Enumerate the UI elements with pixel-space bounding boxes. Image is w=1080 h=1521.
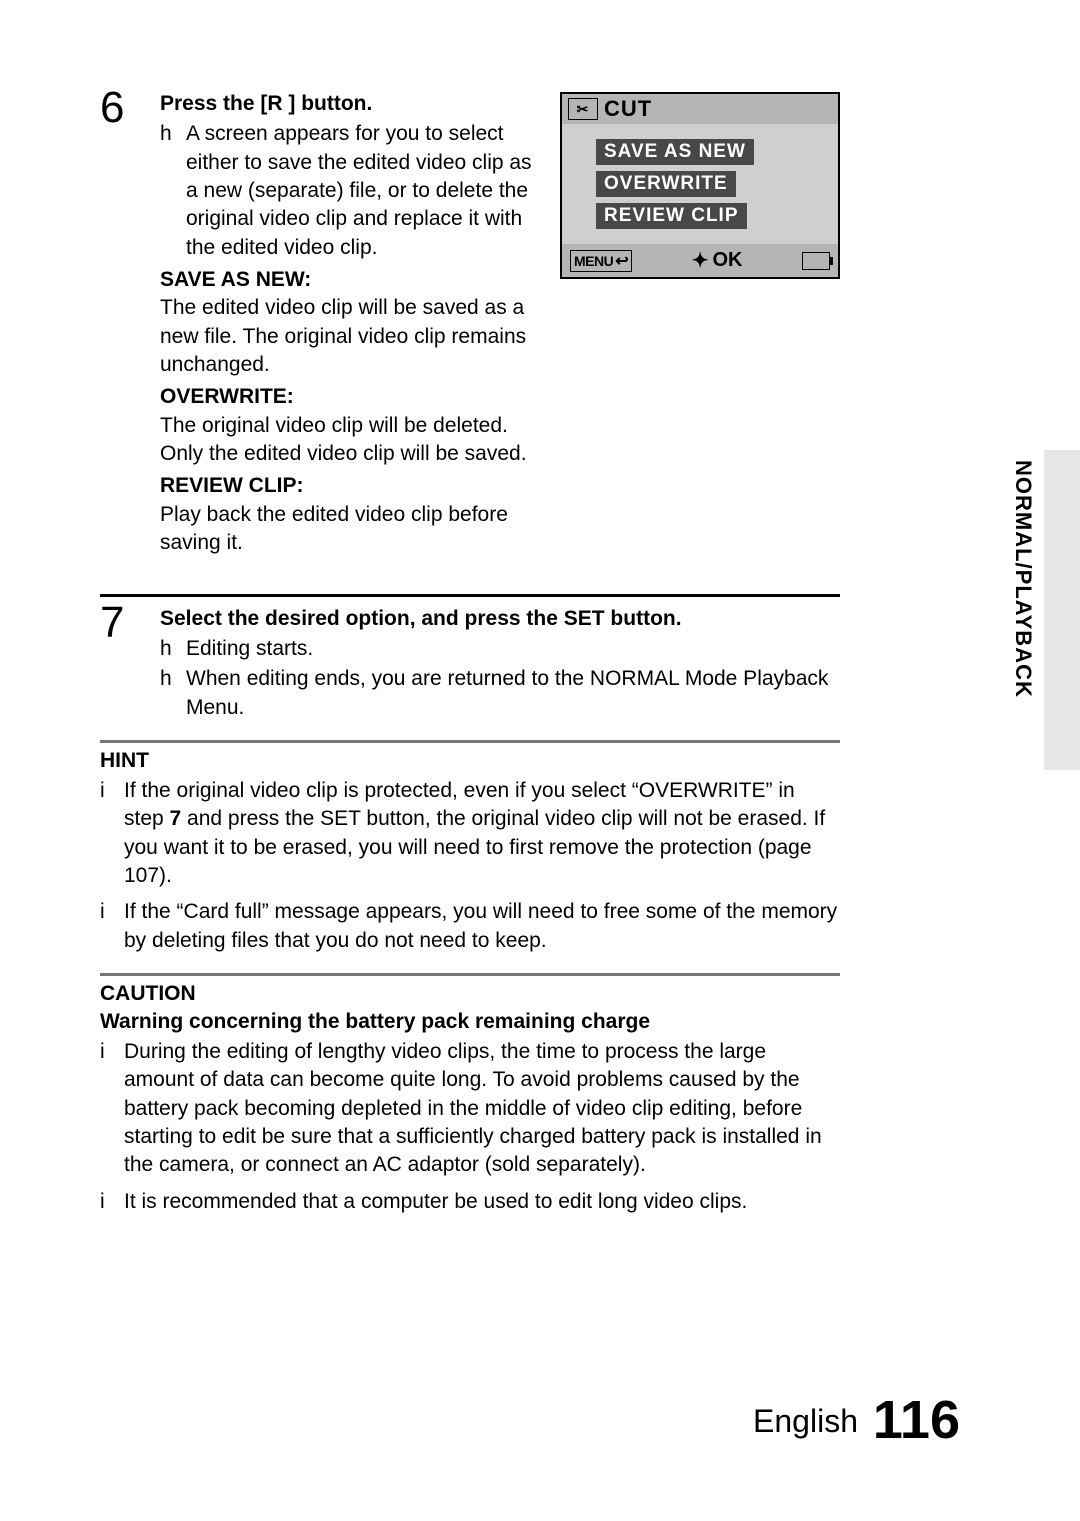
hint-item-1-marker: i [100, 777, 124, 890]
lcd-screenshot: ✂ CUT SAVE AS NEW OVERWRITE REVIEW CLIP … [560, 92, 840, 279]
hint-item-1: i If the original video clip is protecte… [100, 777, 840, 890]
step-7: 7 Select the desired option, and press t… [100, 605, 840, 722]
step-7-bullet-1: Editing starts. [186, 635, 840, 663]
lcd-title-bar: ✂ CUT [562, 94, 838, 124]
hint-item-1-text: If the original video clip is protected,… [124, 777, 840, 890]
step-6-title: Press the [R ] button. [160, 90, 542, 118]
hint-list: i If the original video clip is protecte… [100, 777, 840, 955]
section-side-label: NORMAL/PLAYBACK [1010, 460, 1036, 698]
lcd-option-review-clip: REVIEW CLIP [596, 203, 747, 229]
hint-divider-bottom [100, 973, 840, 976]
caution-sublabel: Warning concerning the battery pack rema… [100, 1010, 840, 1034]
ok-label: OK [712, 249, 742, 272]
footer-page-number: 116 [873, 1390, 960, 1450]
directional-ok-icon: ✦ [692, 248, 709, 273]
step-6-bullet-marker: h [160, 120, 186, 262]
def-term-save-as-new: SAVE AS NEW: [160, 266, 542, 294]
footer-language: English [753, 1403, 858, 1439]
page-footer: English 116 [753, 1389, 960, 1451]
step-7-number: 7 [100, 601, 160, 722]
def-body-save-as-new: The edited video clip will be saved as a… [160, 294, 542, 379]
caution-item-2: i It is recommended that a computer be u… [100, 1188, 840, 1216]
menu-return-icon: MENU↩ [570, 250, 632, 272]
step-6: 6 Press the [R ] button. h A screen appe… [100, 90, 542, 558]
content-area: 6 Press the [R ] button. h A screen appe… [100, 90, 840, 1216]
return-arrow-icon: ↩ [615, 251, 628, 271]
hint-label: HINT [100, 749, 840, 773]
lcd-bottom-bar: MENU↩ ✦ OK [562, 244, 838, 277]
menu-label: MENU [574, 253, 613, 269]
caution-item-1: i During the editing of lengthy video cl… [100, 1038, 840, 1180]
lcd-option-save-as-new: SAVE AS NEW [596, 139, 754, 165]
hint-item-2: i If the “Card full” message appears, yo… [100, 898, 840, 955]
caution-label: CAUTION [100, 982, 840, 1006]
step-7-bullet-marker-1: h [160, 635, 186, 663]
step-7-bullet-marker-2: h [160, 665, 186, 722]
step-6-number: 6 [100, 86, 160, 558]
film-cut-icon: ✂ [568, 98, 598, 120]
def-body-review-clip: Play back the edited video clip before s… [160, 501, 542, 558]
step-7-bullet-2: When editing ends, you are returned to t… [186, 665, 840, 722]
hint-divider-top [100, 740, 840, 743]
battery-icon [802, 252, 830, 270]
hint-item-2-text: If the “Card full” message appears, you … [124, 898, 840, 955]
caution-item-2-marker: i [100, 1188, 124, 1216]
step-6-row: 6 Press the [R ] button. h A screen appe… [100, 90, 840, 574]
manual-page: NORMAL/PLAYBACK 6 Press the [R ] button.… [0, 0, 1080, 1521]
step-6-desc: A screen appears for you to select eithe… [186, 120, 542, 262]
caution-item-2-text: It is recommended that a computer be use… [124, 1188, 840, 1216]
def-term-review-clip: REVIEW CLIP: [160, 472, 542, 500]
def-overwrite: OVERWRITE: The original video clip will … [160, 383, 542, 468]
def-review-clip: REVIEW CLIP: Play back the edited video … [160, 472, 542, 557]
hint-step-ref: 7 [170, 807, 182, 830]
caution-list: i During the editing of lengthy video cl… [100, 1038, 840, 1216]
lcd-option-overwrite: OVERWRITE [596, 171, 736, 197]
lcd-title-text: CUT [604, 96, 652, 122]
lcd-options-area: SAVE AS NEW OVERWRITE REVIEW CLIP [562, 124, 838, 244]
def-save-as-new: SAVE AS NEW: The edited video clip will … [160, 266, 542, 379]
ok-group: ✦ OK [692, 248, 743, 273]
caution-item-1-marker: i [100, 1038, 124, 1180]
hint-item-2-marker: i [100, 898, 124, 955]
step-divider [100, 594, 840, 597]
def-term-overwrite: OVERWRITE: [160, 383, 542, 411]
step-7-title: Select the desired option, and press the… [160, 605, 840, 633]
side-tab-bg [1044, 450, 1080, 770]
def-body-overwrite: The original video clip will be deleted.… [160, 412, 542, 469]
caution-item-1-text: During the editing of lengthy video clip… [124, 1038, 840, 1180]
